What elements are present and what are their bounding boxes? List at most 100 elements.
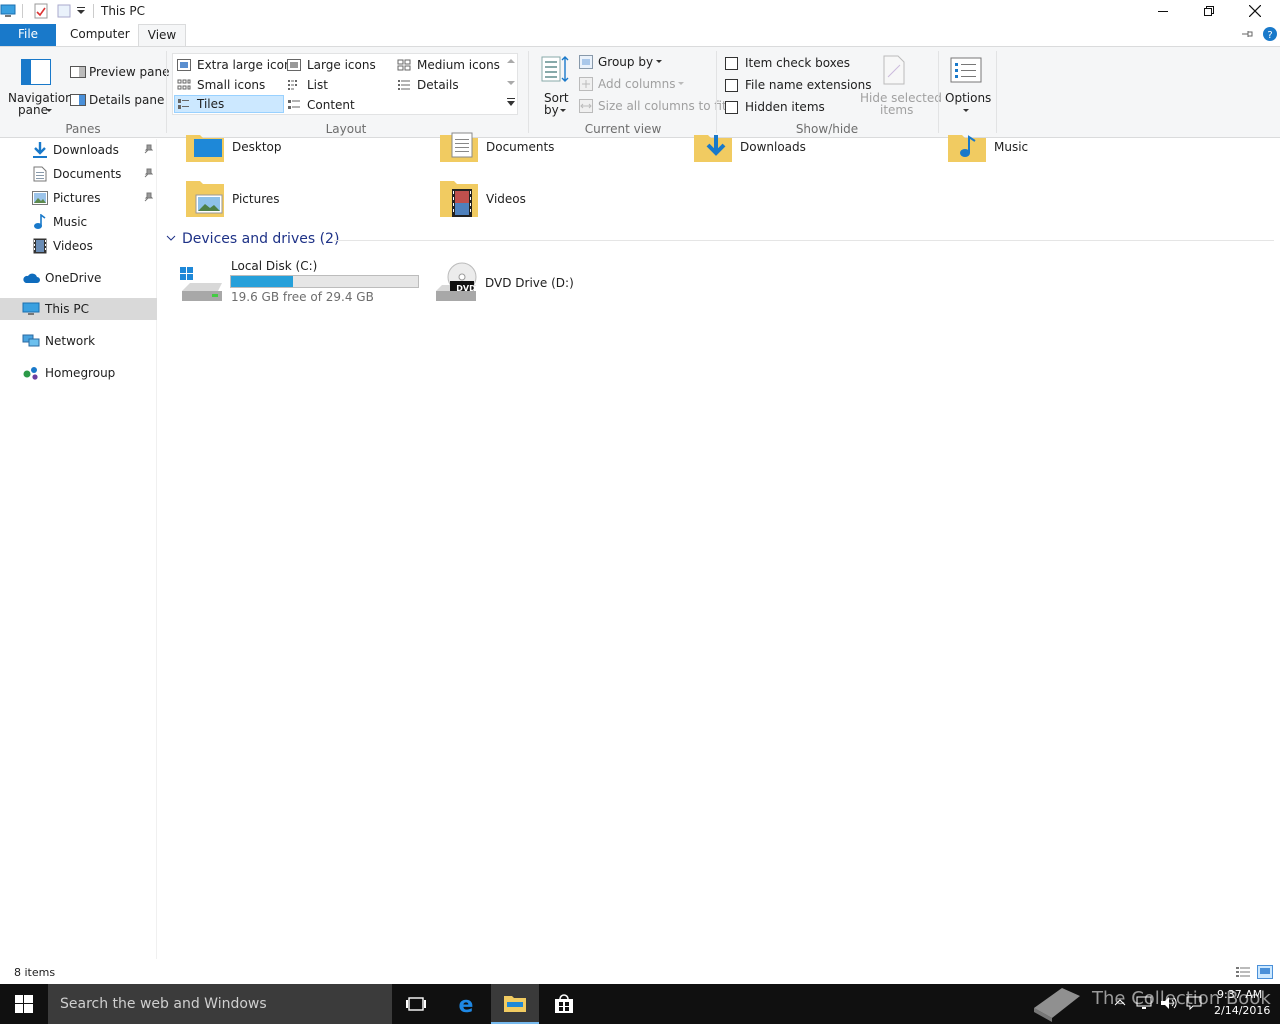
item-count: 8 items [14, 966, 56, 979]
layout-tiles[interactable]: Tiles [174, 95, 284, 113]
onedrive-icon [23, 273, 40, 283]
chevron-down-icon [560, 109, 566, 112]
sidebar-item-documents[interactable]: Documents [0, 163, 157, 185]
new-folder-icon[interactable] [56, 3, 72, 19]
svg-text:e: e [459, 993, 474, 1015]
network-icon [22, 334, 40, 347]
task-view-button[interactable] [392, 984, 440, 1024]
layout-group-label: Layout [325, 122, 367, 136]
layout-extra-large-icons[interactable]: Extra large icons [177, 56, 298, 74]
file-name-extensions-checkbox[interactable] [725, 78, 738, 92]
preview-pane-button[interactable]: Preview pane [70, 63, 169, 81]
taskbar-search-box[interactable]: Search the web and Windows [48, 984, 392, 1024]
sidebar-item-onedrive[interactable]: OneDrive [0, 267, 157, 289]
music-folder-icon [948, 135, 986, 162]
file-list: Desktop Documents Downloads Music Pictur… [158, 132, 1280, 959]
sort-by-button[interactable]: Sort by [538, 53, 572, 117]
drive-local-disk[interactable]: Local Disk (C:) 19.6 GB free of 29.4 GB [178, 259, 422, 307]
folder-videos[interactable]: Videos [438, 179, 526, 219]
sidebar-item-network[interactable]: Network [0, 330, 157, 352]
large-icons-view-icon[interactable] [1257, 965, 1273, 979]
book-watermark-icon [1034, 988, 1080, 1022]
sidebar-item-music[interactable]: Music [0, 211, 157, 233]
action-center-icon[interactable] [1186, 996, 1202, 1010]
gallery-scroll-up-icon[interactable] [507, 58, 515, 64]
size-all-columns-button[interactable]: Size all columns to fit [579, 97, 727, 115]
music-icon [34, 214, 46, 229]
navigation-pane-button[interactable]: Navigation pane [8, 51, 73, 119]
drive-dvd[interactable]: DVD DVD Drive (D:) [432, 259, 632, 307]
network-tray-icon[interactable] [1136, 996, 1152, 1010]
folder-music[interactable]: Music [946, 131, 1028, 163]
qa-separator [22, 4, 24, 18]
layout-small-icons[interactable]: Small icons [177, 76, 265, 94]
layout-medium-icons[interactable]: Medium icons [397, 56, 500, 74]
item-check-boxes-option[interactable]: Item check boxes [725, 55, 850, 71]
sidebar-item-videos[interactable]: Videos [0, 235, 157, 257]
details-view-icon[interactable] [1235, 966, 1251, 979]
pin-icon[interactable] [143, 168, 153, 178]
dvd-drive-name: DVD Drive (D:) [485, 276, 574, 290]
current-view-group-label: Current view [584, 122, 662, 136]
edge-button[interactable]: e [442, 984, 490, 1024]
options-icon [950, 57, 982, 83]
details-pane-button[interactable]: Details pane [70, 91, 164, 109]
layout-details[interactable]: Details [397, 76, 459, 94]
documents-icon [33, 166, 47, 182]
folder-desktop[interactable]: Desktop [184, 131, 282, 163]
restore-button[interactable] [1186, 0, 1232, 22]
group-by-button[interactable]: Group by [579, 53, 663, 71]
details-pane-label: Details pane [89, 93, 165, 107]
layout-list[interactable]: List [287, 76, 328, 94]
sidebar-item-homegroup[interactable]: Homegroup [0, 362, 157, 384]
close-button[interactable] [1232, 0, 1278, 22]
store-button[interactable] [540, 984, 588, 1024]
tab-computer[interactable]: Computer [60, 24, 140, 46]
ribbon-divider [166, 51, 167, 133]
help-icon[interactable]: ? [1263, 27, 1277, 41]
pin-ribbon-icon[interactable] [1240, 28, 1254, 40]
customize-qa-dropdown-icon[interactable] [76, 6, 86, 16]
hidden-items-option[interactable]: Hidden items [725, 99, 825, 115]
options-button[interactable]: Options [943, 53, 991, 117]
pictures-folder-icon [186, 181, 224, 217]
sidebar-item-pictures[interactable]: Pictures [0, 187, 157, 209]
sidebar-item-this-pc[interactable]: This PC [0, 298, 157, 320]
clock-date[interactable]: 2/14/2016 [1214, 1004, 1270, 1017]
file-explorer-button[interactable] [491, 984, 539, 1024]
disk-usage-bar [230, 275, 419, 288]
svg-text:?: ? [1267, 30, 1272, 41]
file-name-extensions-option[interactable]: File name extensions [725, 77, 872, 93]
extra-large-icons-icon [177, 59, 191, 71]
properties-icon[interactable] [33, 3, 49, 19]
window-title: This PC [101, 4, 145, 18]
this-pc-icon[interactable] [0, 3, 16, 19]
tab-file[interactable]: File [0, 24, 56, 46]
folder-pictures[interactable]: Pictures [184, 179, 280, 219]
devices-group-header[interactable]: Devices and drives (2) [166, 231, 339, 247]
tab-view[interactable]: View [138, 24, 186, 46]
layout-content[interactable]: Content [287, 96, 355, 114]
dvd-badge: DVD [456, 284, 476, 293]
add-columns-button[interactable]: Add columns [579, 75, 685, 93]
hide-selected-items-button[interactable]: Hide selected items [858, 53, 942, 117]
medium-icons-icon [397, 59, 411, 71]
pin-icon[interactable] [143, 192, 153, 202]
clock-time[interactable]: 9:37 AM [1217, 988, 1262, 1001]
start-button[interactable] [0, 984, 48, 1024]
sidebar-item-downloads[interactable]: Downloads [0, 139, 157, 161]
navigation-pane: Downloads Documents Pictures Music Video… [0, 139, 157, 959]
minimize-button[interactable] [1140, 0, 1186, 22]
gallery-expand-icon[interactable] [507, 98, 515, 108]
show-hidden-icons-icon[interactable] [1114, 998, 1126, 1006]
layout-large-icons[interactable]: Large icons [287, 56, 376, 74]
hide-selected-icon [883, 55, 905, 85]
hidden-items-checkbox[interactable] [725, 100, 738, 114]
volume-icon[interactable] [1160, 996, 1178, 1010]
close-icon [1249, 5, 1261, 17]
pin-icon[interactable] [143, 144, 153, 154]
item-check-boxes-checkbox[interactable] [725, 56, 738, 70]
gallery-scroll-down-icon[interactable] [507, 80, 515, 86]
folder-documents[interactable]: Documents [438, 131, 554, 163]
folder-downloads[interactable]: Downloads [692, 131, 806, 163]
